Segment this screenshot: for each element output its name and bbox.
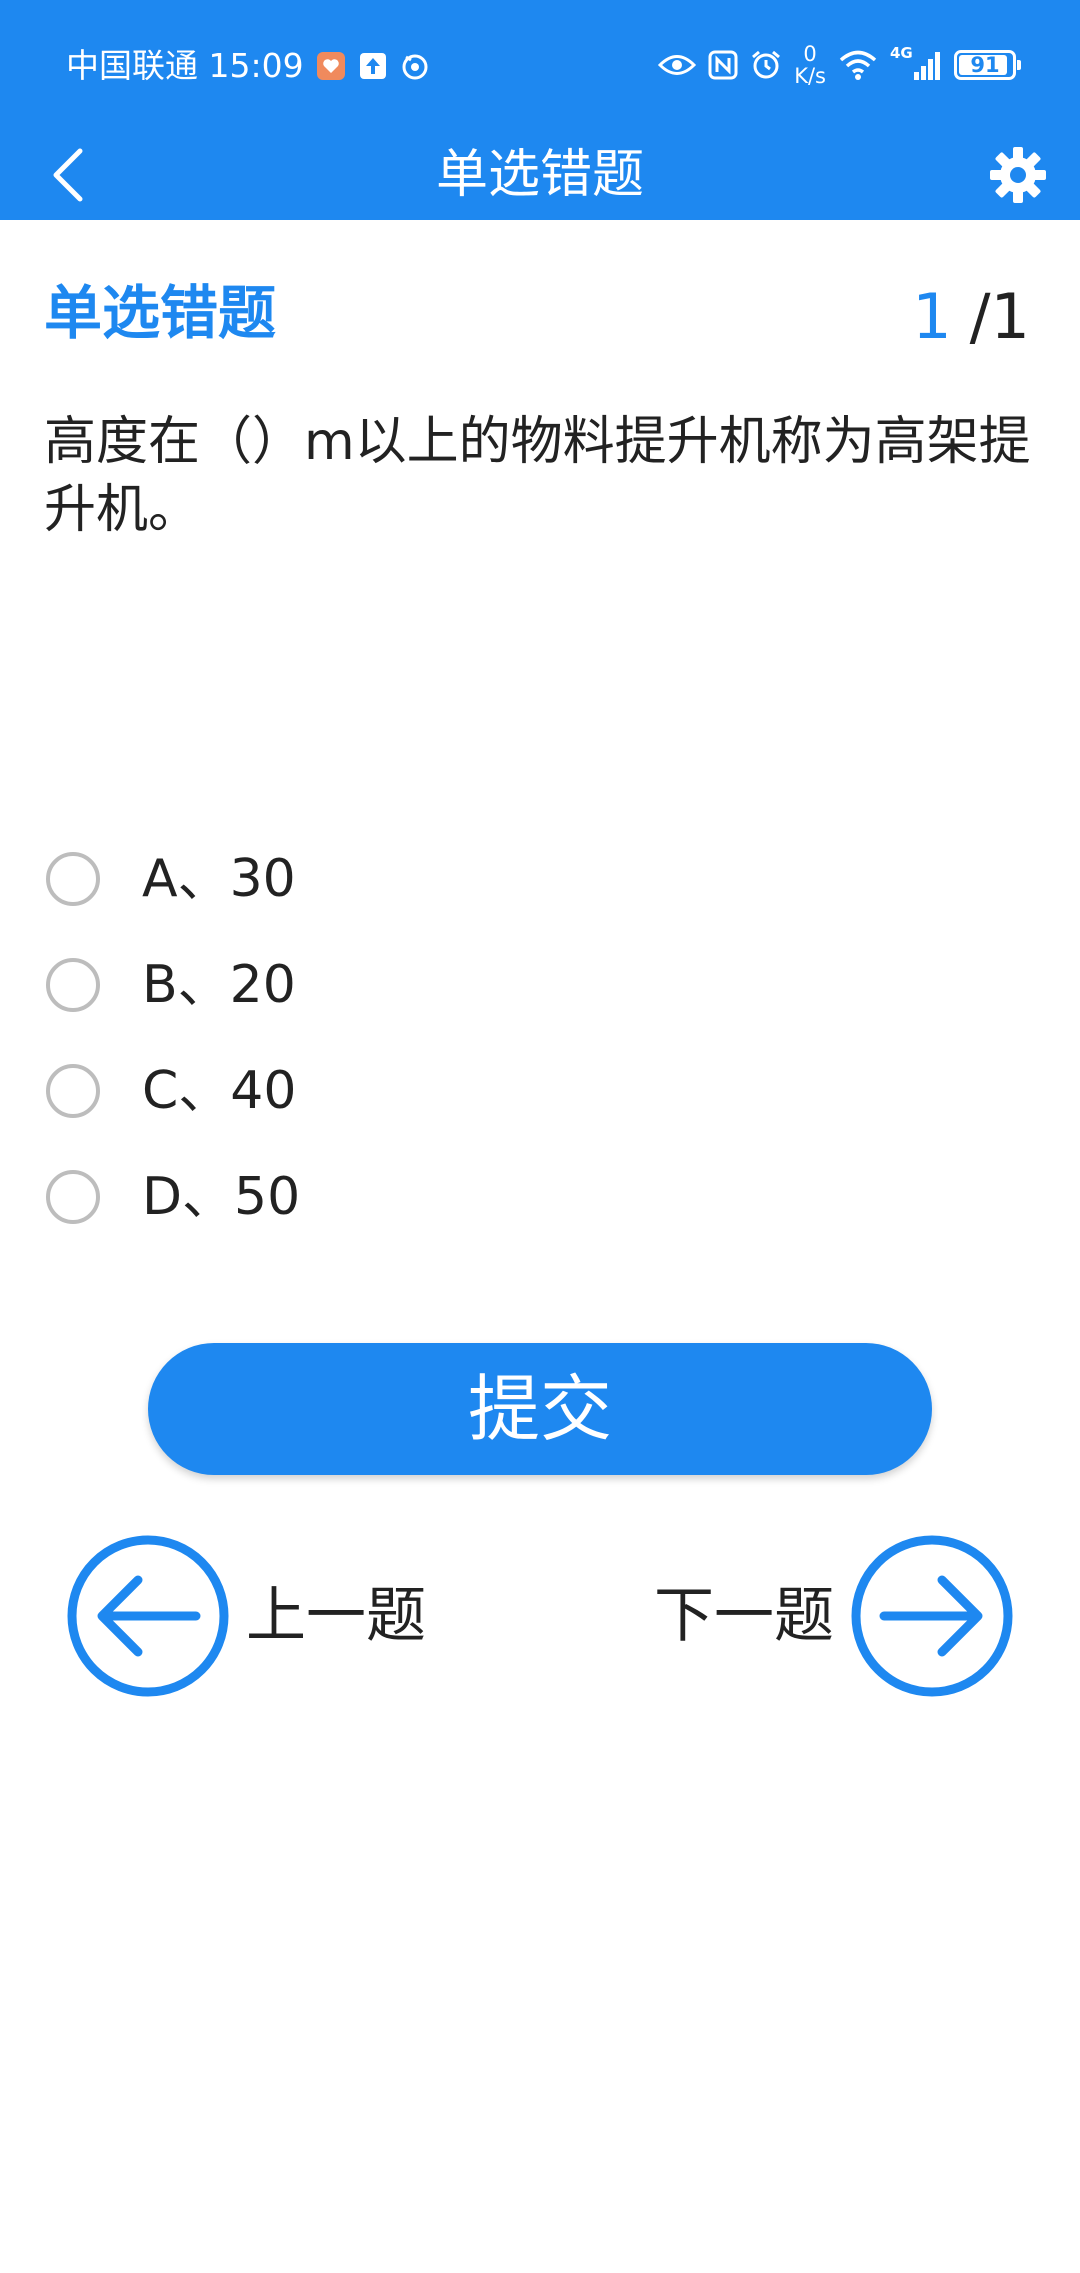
nfc-icon — [708, 50, 738, 80]
battery-level: 91 — [970, 53, 1000, 77]
prev-question-button[interactable]: 上一题 — [66, 1534, 426, 1698]
app-bar: 单选错题 — [0, 130, 1080, 220]
option-label: C、40 — [142, 1061, 297, 1121]
radio-button[interactable] — [46, 852, 100, 906]
counter-current: 1 — [912, 280, 952, 353]
option-d[interactable]: D、50 — [46, 1144, 946, 1250]
carrier-time: 中国联通 15:09 — [66, 46, 304, 85]
option-b[interactable]: B、20 — [46, 932, 946, 1038]
question-text: 高度在（）m以上的物料提升机称为高架提升机。 — [44, 412, 1031, 540]
app-notification-icon — [402, 54, 428, 80]
option-a[interactable]: A、30 — [46, 826, 946, 932]
radio-button[interactable] — [46, 1170, 100, 1224]
app-title: 单选错题 — [435, 145, 644, 205]
counter-total: /1 — [969, 280, 1030, 353]
question-counter: 1/1 — [912, 282, 1030, 352]
network-type: 4G — [890, 44, 913, 62]
heart-shield-icon — [316, 52, 345, 80]
option-label: A、30 — [142, 849, 296, 909]
net-speed-value: 0 — [803, 42, 817, 66]
options-list: A、30 B、20 C、40 D、50 — [46, 826, 946, 1250]
eye-icon — [658, 55, 697, 75]
status-left: 中国联通 15:09 — [66, 44, 430, 88]
prev-label: 上一题 — [246, 1581, 426, 1651]
settings-button[interactable] — [978, 135, 1058, 215]
option-label: B、20 — [142, 955, 296, 1015]
section-title: 单选错题 — [44, 279, 277, 347]
radio-button[interactable] — [46, 958, 100, 1012]
arrow-right-circle-icon — [851, 1535, 1013, 1697]
gear-icon — [990, 147, 1046, 203]
battery-indicator: 91 — [954, 50, 1021, 80]
option-label: D、50 — [142, 1167, 301, 1227]
arrow-left-circle-icon — [67, 1535, 229, 1697]
cell-signal: 4G — [890, 44, 942, 82]
radio-button[interactable] — [46, 1064, 100, 1118]
status-bar: 中国联通 15:09 0 K/s 4G 91 — [0, 0, 1080, 130]
option-c[interactable]: C、40 — [46, 1038, 946, 1144]
next-label: 下一题 — [654, 1581, 834, 1651]
wifi-icon — [839, 50, 877, 80]
submit-button[interactable]: 提交 — [148, 1343, 932, 1475]
next-question-button[interactable]: 下一题 — [654, 1534, 1014, 1698]
upload-icon — [359, 53, 386, 79]
status-right: 0 K/s 4G 91 — [658, 40, 1021, 90]
top-header: 中国联通 15:09 0 K/s 4G 91 单选错题 — [0, 0, 1080, 220]
network-speed: 0 K/s — [794, 43, 826, 87]
alarm-icon — [752, 50, 781, 79]
net-speed-unit: K/s — [794, 64, 826, 88]
